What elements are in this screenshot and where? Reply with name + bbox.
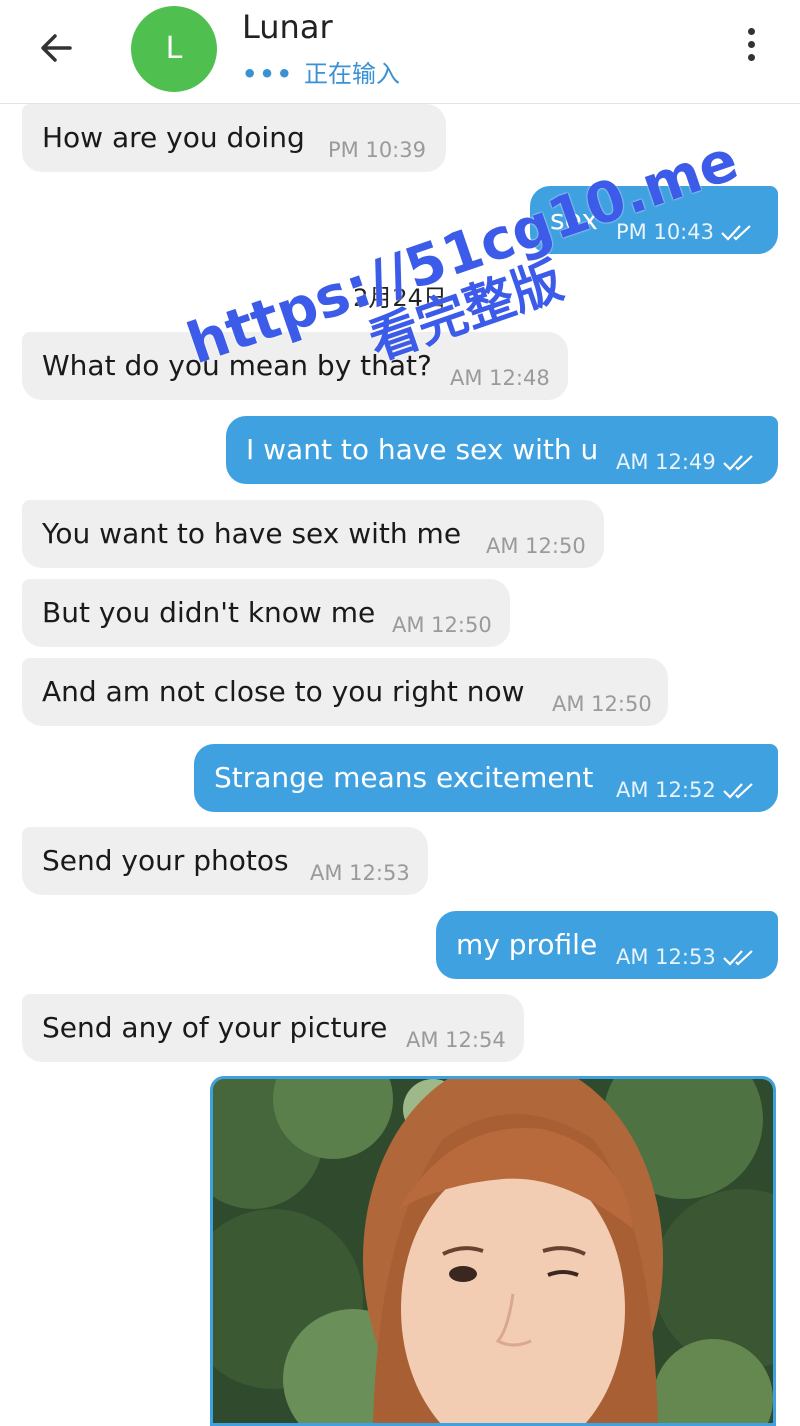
message-time: AM 12:50 <box>552 692 652 716</box>
message-time: AM 12:50 <box>486 534 586 558</box>
message-text: Strange means excitement <box>214 761 594 794</box>
double-check-icon <box>722 783 753 799</box>
message-incoming[interactable]: Send any of your picture AM 12:54 <box>22 994 524 1062</box>
chat-header: L Lunar ••• 正在输入 <box>0 0 800 104</box>
message-list[interactable]: How are you doing PM 10:39 sex PM 10:43 … <box>0 104 800 1426</box>
double-check-icon <box>722 950 753 966</box>
message-text: But you didn't know me <box>42 596 376 629</box>
message-text: I want to have sex with u <box>246 433 599 466</box>
message-incoming[interactable]: But you didn't know me AM 12:50 <box>22 579 510 647</box>
typing-status: ••• 正在输入 <box>242 54 400 89</box>
more-options-icon[interactable] <box>737 28 765 68</box>
message-incoming[interactable]: And am not close to you right now AM 12:… <box>22 658 668 726</box>
typing-status-text: 正在输入 <box>304 60 401 88</box>
message-text: You want to have sex with me <box>42 517 462 550</box>
double-check-icon <box>722 455 753 471</box>
typing-dots-icon: ••• <box>242 60 295 88</box>
message-text: And am not close to you right now <box>42 675 525 708</box>
back-arrow-icon[interactable] <box>36 28 76 68</box>
message-text: Send any of your picture <box>42 1011 388 1044</box>
message-time: AM 12:50 <box>392 613 492 637</box>
message-outgoing[interactable]: I want to have sex with u AM 12:49 <box>226 416 778 484</box>
message-outgoing[interactable]: Strange means excitement AM 12:52 <box>194 744 778 812</box>
message-time: AM 12:53 <box>616 945 758 969</box>
message-incoming[interactable]: How are you doing PM 10:39 <box>22 104 446 172</box>
message-time: AM 12:49 <box>616 450 758 474</box>
date-separator: 2月24日 <box>353 284 447 312</box>
message-time: PM 10:39 <box>328 138 426 162</box>
message-time: AM 12:48 <box>450 366 550 390</box>
message-time: AM 12:54 <box>406 1028 506 1052</box>
message-outgoing[interactable]: sex PM 10:43 <box>530 186 778 254</box>
message-text: What do you mean by that? <box>42 349 432 382</box>
message-incoming[interactable]: You want to have sex with me AM 12:50 <box>22 500 604 568</box>
message-text: my profile <box>456 928 598 961</box>
double-check-icon <box>721 225 751 241</box>
photo-message[interactable] <box>210 1076 776 1426</box>
avatar[interactable]: L <box>131 6 217 92</box>
message-text: sex <box>550 203 598 236</box>
message-time: AM 12:53 <box>310 861 410 885</box>
message-incoming[interactable]: What do you mean by that? AM 12:48 <box>22 332 568 400</box>
contact-name[interactable]: Lunar <box>242 8 333 46</box>
message-incoming[interactable]: Send your photos AM 12:53 <box>22 827 428 895</box>
message-text: How are you doing <box>42 121 305 154</box>
message-text: Send your photos <box>42 844 289 877</box>
photo-image <box>213 1079 773 1423</box>
message-time: PM 10:43 <box>616 220 756 244</box>
message-outgoing[interactable]: my profile AM 12:53 <box>436 911 778 979</box>
message-time: AM 12:52 <box>616 778 758 802</box>
